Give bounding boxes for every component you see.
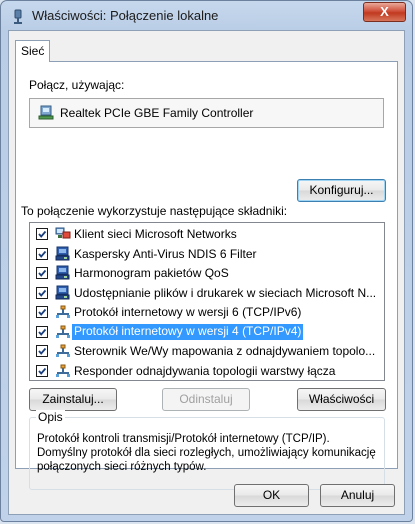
component-label: Kaspersky Anti-Virus NDIS 6 Filter — [74, 246, 257, 261]
component-row[interactable]: Protokół internetowy w wersji 4 (TCP/IPv… — [30, 323, 384, 341]
window-title: Właściwości: Połączenie lokalne — [32, 8, 219, 23]
component-row[interactable]: Harmonogram pakietów QoS — [30, 264, 384, 282]
component-checkbox[interactable] — [36, 286, 48, 299]
component-row[interactable]: Protokół internetowy w wersji 6 (TCP/IPv… — [30, 303, 384, 321]
properties-button[interactable]: Właściwości — [297, 388, 386, 411]
network-service-icon — [55, 246, 71, 262]
components-label: To połączenie wykorzystuje następujące s… — [21, 204, 288, 218]
properties-dialog: Właściwości: Połączenie lokalne X Sieć P… — [0, 0, 413, 522]
component-label: Klient sieci Microsoft Networks — [74, 227, 237, 241]
ok-button-label: OK — [262, 488, 281, 502]
cancel-button-label: Anuluj — [340, 488, 375, 502]
protocol-icon — [55, 343, 71, 359]
protocol-icon — [55, 363, 71, 379]
uninstall-button: Odinstaluj — [162, 388, 250, 411]
network-service-icon — [55, 265, 71, 281]
component-row[interactable]: Sterownik We/Wy mapowania z odnajdywanie… — [30, 342, 384, 360]
component-checkbox[interactable] — [36, 228, 48, 240]
component-label: Responder odnajdywania topologii warstwy… — [74, 363, 336, 378]
component-checkbox[interactable] — [36, 247, 48, 260]
network-service-icon — [55, 285, 71, 301]
properties-button-label: Właściwości — [308, 392, 375, 406]
component-checkbox[interactable] — [36, 267, 48, 279]
title-bar[interactable]: Właściwości: Połączenie lokalne X — [1, 1, 412, 31]
close-button[interactable]: X — [363, 2, 406, 22]
component-label: Udostępnianie plików i drukarek w siecia… — [74, 285, 377, 300]
component-row[interactable]: Kaspersky Anti-Virus NDIS 6 Filter — [30, 245, 384, 263]
components-list[interactable]: Klient sieci Microsoft Networks Kaspersky… — [29, 222, 385, 381]
configure-button-label: Konfiguruj... — [309, 183, 374, 197]
network-client-icon — [55, 226, 71, 242]
network-adapter-icon — [38, 105, 54, 121]
description-legend: Opis — [36, 410, 65, 424]
cancel-button[interactable]: Anuluj — [320, 484, 395, 507]
adapter-box: Realtek PCIe GBE Family Controller — [29, 98, 384, 128]
component-checkbox[interactable] — [36, 364, 48, 377]
configure-button[interactable]: Konfiguruj... — [297, 179, 386, 202]
description-group: Opis Protokół kontroli transmisji/Protok… — [29, 410, 385, 490]
install-button[interactable]: Zainstaluj... — [29, 388, 117, 411]
component-row[interactable]: Responder odnajdywania topologii warstwy… — [30, 362, 384, 380]
dialog-body: Sieć Połącz, używając: Realtek PCIe GBE … — [8, 30, 405, 515]
protocol-icon — [55, 324, 71, 340]
install-button-label: Zainstaluj... — [42, 392, 104, 406]
ok-button[interactable]: OK — [234, 484, 309, 507]
close-icon: X — [380, 4, 389, 19]
component-label: Sterownik We/Wy mapowania z odnajdywanie… — [74, 344, 376, 358]
description-text: Protokół kontroli transmisji/Protokół in… — [37, 433, 376, 473]
uninstall-button-label: Odinstaluj — [179, 392, 233, 406]
component-checkbox[interactable] — [36, 306, 48, 318]
component-label: Protokół internetowy w wersji 6 (TCP/IPv… — [74, 305, 302, 319]
network-tab-panel: Połącz, używając: Realtek PCIe GBE Famil… — [15, 61, 398, 490]
component-row[interactable]: Udostępnianie plików i drukarek w siecia… — [30, 284, 384, 302]
component-row[interactable]: Klient sieci Microsoft Networks — [30, 225, 384, 243]
component-label: Harmonogram pakietów QoS — [74, 266, 229, 280]
component-label: Protokół internetowy w wersji 4 (TCP/IPv… — [72, 323, 304, 340]
connect-using-label: Połącz, używając: — [29, 78, 125, 92]
component-checkbox[interactable] — [36, 325, 48, 338]
component-checkbox[interactable] — [36, 345, 48, 357]
protocol-icon — [55, 304, 71, 320]
adapter-name: Realtek PCIe GBE Family Controller — [60, 106, 254, 120]
tab-network-label: Sieć — [21, 44, 45, 58]
tab-network[interactable]: Sieć — [15, 40, 50, 62]
network-connection-icon — [10, 9, 26, 25]
